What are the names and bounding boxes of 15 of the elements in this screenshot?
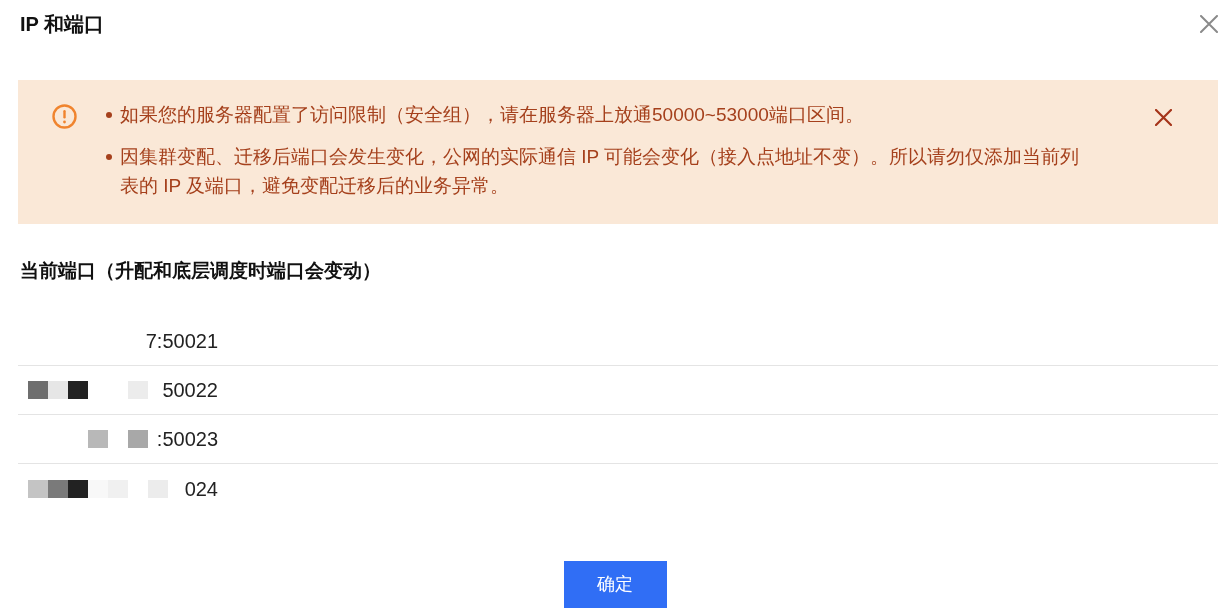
warning-icon xyxy=(52,104,77,129)
close-icon[interactable] xyxy=(1155,109,1172,126)
port-address-text: 50022 xyxy=(162,378,218,403)
alert-message: 如果您的服务器配置了访问限制（安全组），请在服务器上放通50000~53000端口区间。 xyxy=(120,103,864,127)
confirm-button[interactable]: 确定 xyxy=(563,561,667,608)
section-heading: 当前端口（升配和底层调度时端口会变动） xyxy=(20,259,381,283)
port-address-text: 024 xyxy=(184,476,218,502)
bullet-icon xyxy=(106,112,112,118)
bullet-icon xyxy=(106,154,112,160)
pixelated-redaction-drawing xyxy=(88,430,148,448)
port-address-text: :50023 xyxy=(156,427,218,452)
dialog-title: IP 和端口 xyxy=(20,12,105,37)
alert-message: 因集群变配、迁移后端口会发生变化，公网的实际通信 IP 可能会变化（接入点地址不变）。所以请勿仅添加当前列表的 IP 及端口，避免变配迁移后的业务异常。 xyxy=(120,145,1081,198)
close-icon[interactable] xyxy=(1200,15,1218,33)
port-address-text: 7:50021 xyxy=(145,329,218,354)
